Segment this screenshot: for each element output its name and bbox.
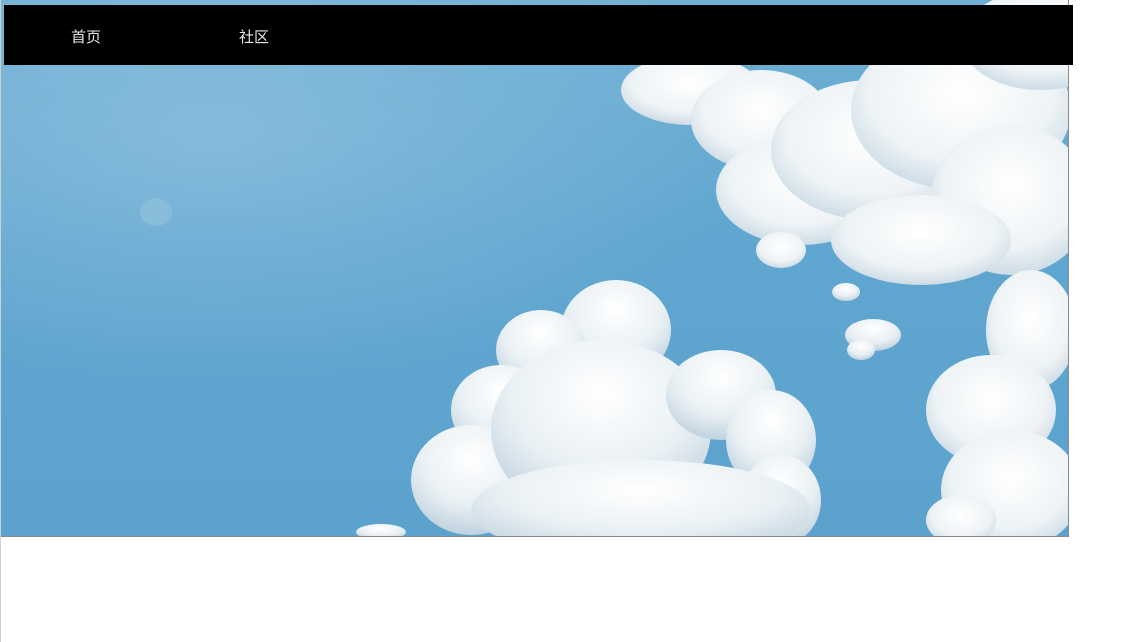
- sky-clouds-illustration: [140, 0, 1068, 536]
- hero-banner-image: [1, 0, 1069, 537]
- page: 首页 社区: [0, 0, 1147, 642]
- nav-item-community[interactable]: 社区: [239, 5, 269, 65]
- nav-item-home[interactable]: 首页: [71, 5, 101, 65]
- top-navbar: 首页 社区: [4, 5, 1073, 65]
- cloud-center-cumulus: [356, 280, 821, 536]
- cloud-right-edge: [926, 270, 1068, 536]
